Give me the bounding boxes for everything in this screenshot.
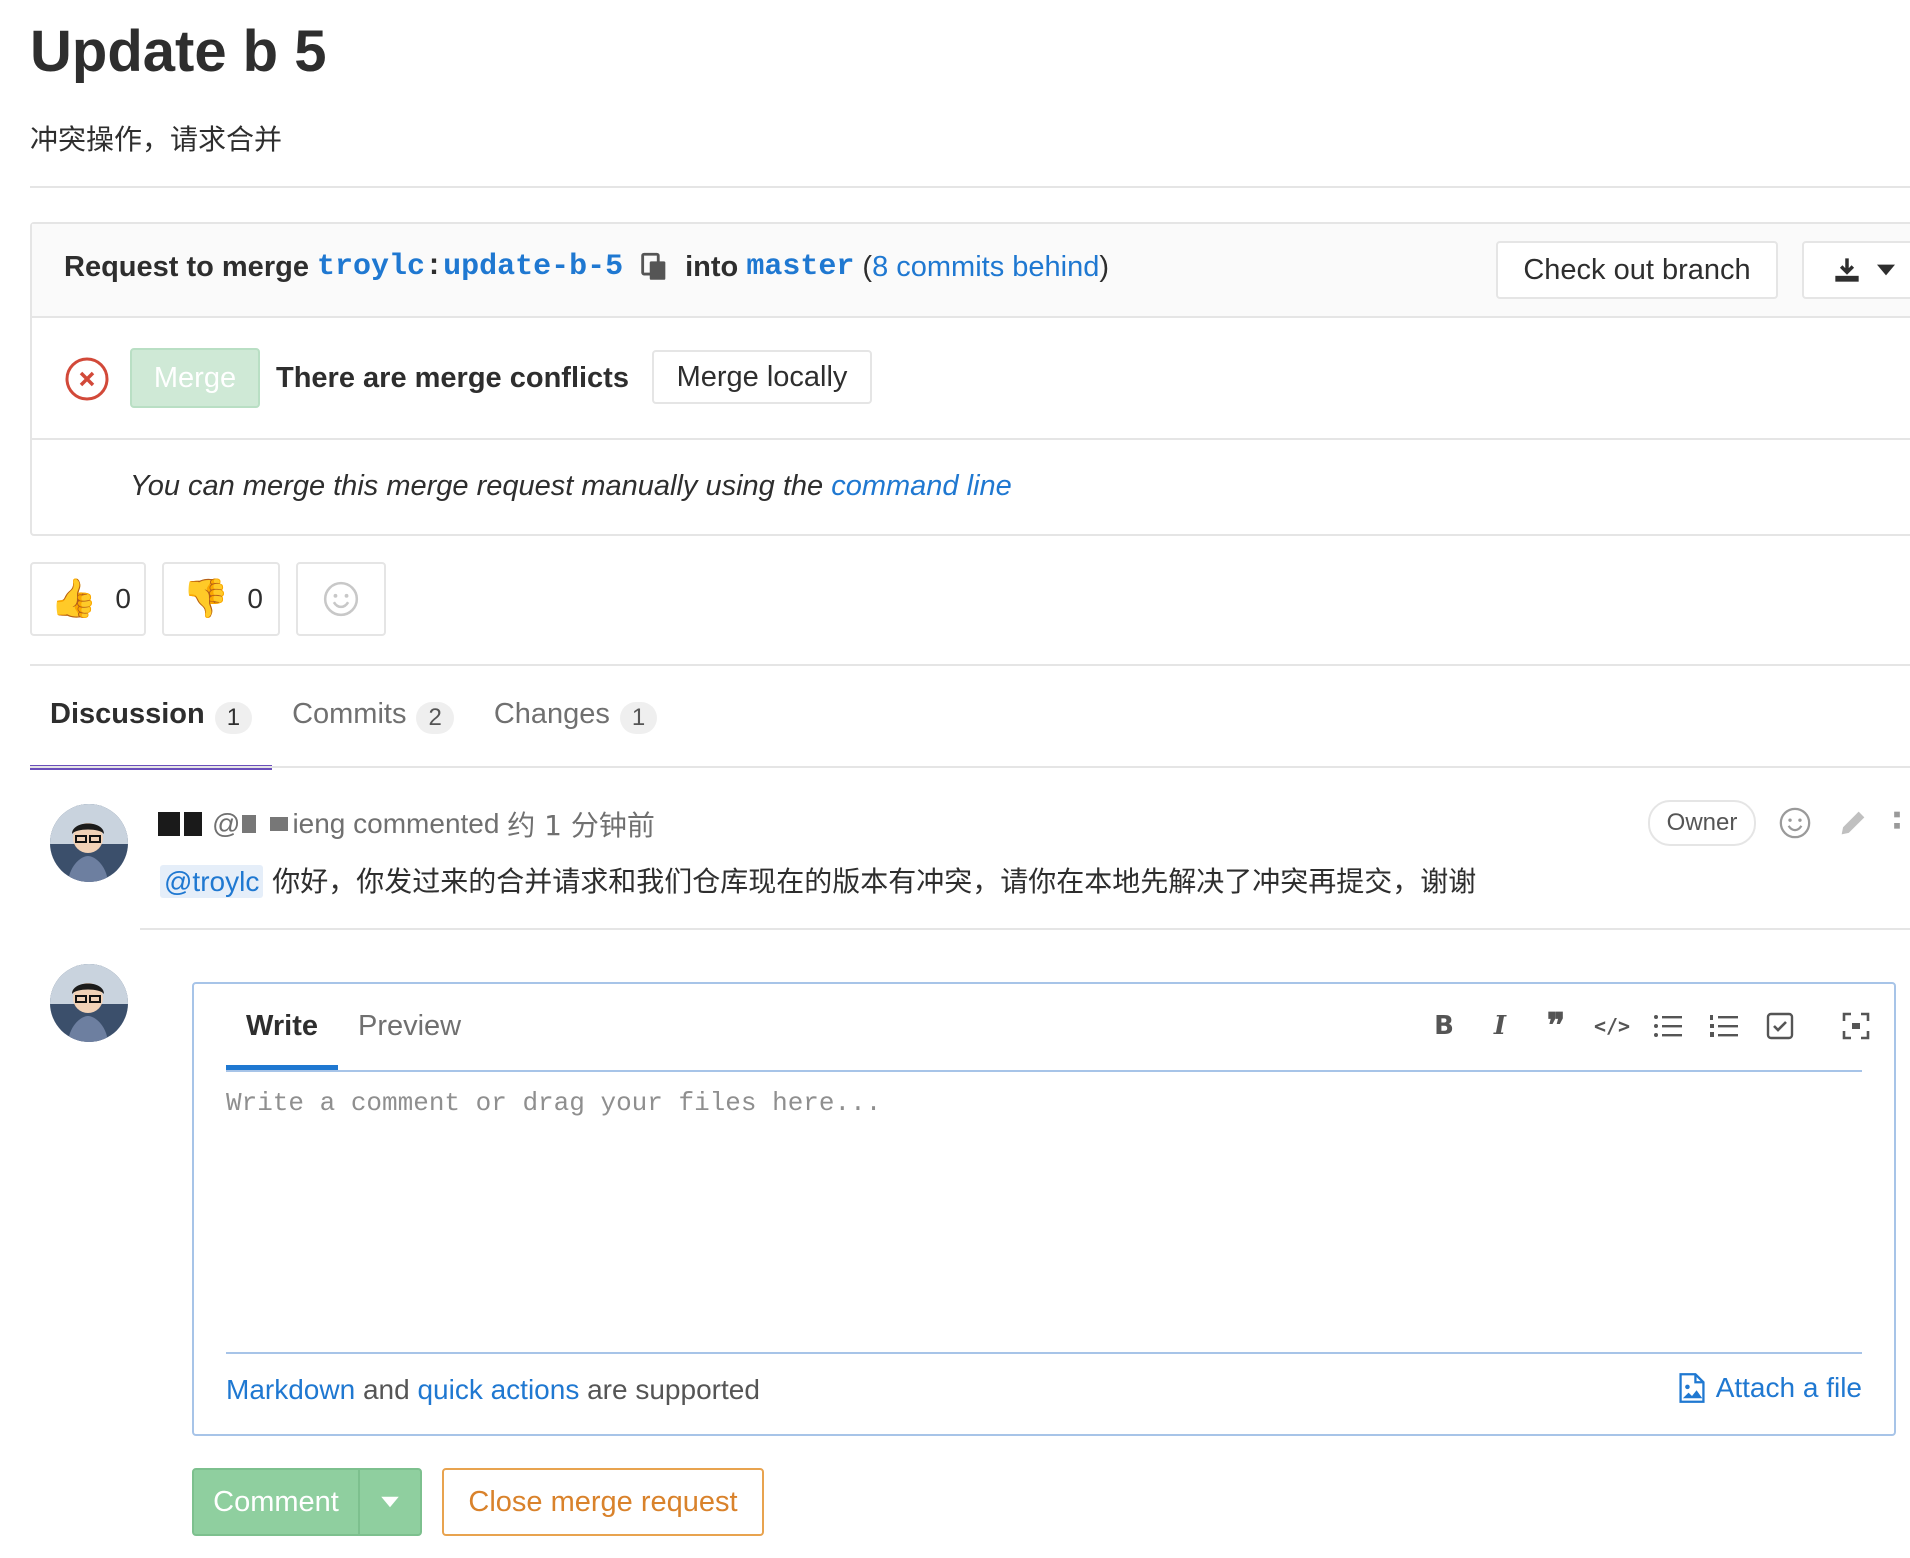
page-title: Update b 5 <box>30 19 327 84</box>
tab-label: Changes <box>493 698 610 730</box>
thumbs-down-icon: 👎 <box>182 578 230 620</box>
divider <box>30 664 1910 666</box>
merge-button[interactable]: Merge <box>130 348 260 408</box>
author-at: @ <box>212 808 241 839</box>
source-branch[interactable]: update-b-5 <box>443 250 623 284</box>
divider <box>30 186 1910 188</box>
redacted-handle <box>242 815 257 833</box>
source-namespace[interactable]: troylc <box>317 250 425 284</box>
bold-icon[interactable]: B <box>1428 1008 1460 1044</box>
tab-count-badge: 2 <box>416 702 454 734</box>
divider <box>140 928 1910 930</box>
download-icon <box>1835 258 1859 282</box>
close-merge-request-button[interactable]: Close merge request <box>442 1468 764 1536</box>
check-out-branch-button[interactable]: Check out branch <box>1496 241 1778 299</box>
quote-icon[interactable]: ❞ <box>1540 1006 1572 1046</box>
tab-changes[interactable]: Changes 1 <box>474 690 677 768</box>
target-branch[interactable]: master <box>746 250 854 284</box>
divider <box>226 1070 1862 1072</box>
source-separator: : <box>425 250 444 284</box>
smiley-icon[interactable] <box>1778 806 1812 840</box>
merge-locally-button[interactable]: Merge locally <box>652 350 872 404</box>
owner-badge: Owner <box>1648 800 1756 846</box>
divider <box>30 766 1910 768</box>
code-icon[interactable]: </> <box>1594 1008 1630 1044</box>
tab-write[interactable]: Write <box>226 984 338 1070</box>
command-line-link[interactable]: command line <box>831 470 1012 502</box>
merge-source-info: Request to merge troylc: update-b-5 into … <box>64 250 1109 284</box>
thumbs-up-icon: 👍 <box>50 578 98 620</box>
and-text: and <box>362 1374 410 1405</box>
thumbs-up-award-button[interactable]: 👍 0 <box>30 562 146 636</box>
chevron-down-icon <box>381 1496 399 1508</box>
paren-open: ( <box>862 250 873 283</box>
comment-button[interactable]: Comment <box>194 1470 360 1534</box>
comment-form-tabs: Write Preview <box>226 984 481 1070</box>
quick-actions-link[interactable]: quick actions <box>417 1374 579 1405</box>
task-list-icon[interactable] <box>1764 1008 1796 1044</box>
pencil-icon[interactable] <box>1836 806 1870 840</box>
tab-count-badge: 1 <box>214 702 253 734</box>
avatar-image <box>50 804 128 882</box>
commits-behind-link[interactable]: 8 commits behind <box>872 251 1099 284</box>
tab-preview[interactable]: Preview <box>338 984 481 1070</box>
manual-merge-hint: You can merge this merge request manuall… <box>130 470 1012 503</box>
fullscreen-icon[interactable] <box>1840 1008 1872 1044</box>
comment-button-group: Comment <box>192 1468 422 1536</box>
note-text: 你好，你发过来的合并请求和我们仓库现在的版本有冲突，请你在本地先解决了冲突再提交… <box>272 865 1477 898</box>
thumbs-down-award-button[interactable]: 👎 0 <box>162 562 280 636</box>
paren-close: ) <box>1099 250 1110 283</box>
error-circle-icon <box>65 357 109 401</box>
tab-discussion[interactable]: Discussion 1 <box>30 690 273 770</box>
request-prefix: Request to merge <box>64 250 309 283</box>
download-dropdown-button[interactable] <box>1802 241 1910 299</box>
author-handle[interactable]: ieng <box>292 808 345 840</box>
redacted-name <box>184 812 202 836</box>
into-word: into <box>685 250 739 283</box>
markdown-toolbar: B I ❞ </> <box>1428 1006 1872 1046</box>
user-mention-link[interactable]: @troylc <box>160 865 264 898</box>
merge-status-row: Merge There are merge conflicts Merge lo… <box>32 318 1910 440</box>
more-actions-icon[interactable] <box>1890 806 1904 840</box>
note-body: @troylc 你好，你发过来的合并请求和我们仓库现在的版本有冲突，请你在本地先… <box>160 860 1476 900</box>
avatar[interactable] <box>50 804 128 882</box>
redacted-name <box>158 812 180 836</box>
tab-label: Discussion <box>50 698 205 730</box>
attach-file-label: Attach a file <box>1715 1372 1862 1403</box>
merge-request-tabs: Discussion 1 Commits 2 Changes 1 <box>30 690 677 770</box>
smiley-icon <box>323 581 359 617</box>
add-reaction-button[interactable] <box>296 562 386 636</box>
copy-icon[interactable] <box>637 250 671 284</box>
bullet-list-icon[interactable] <box>1652 1008 1684 1044</box>
tab-commits[interactable]: Commits 2 <box>272 690 474 768</box>
divider <box>226 1352 1862 1354</box>
page-description: 冲突操作，请求合并 <box>30 123 283 156</box>
comment-type-dropdown[interactable] <box>360 1470 420 1534</box>
markdown-hint: Markdown and quick actions are supported <box>226 1374 760 1406</box>
avatar-image <box>50 964 128 1042</box>
note-timestamp[interactable]: 约 1 分钟前 <box>507 804 655 844</box>
markdown-link[interactable]: Markdown <box>226 1374 355 1405</box>
redacted-handle <box>270 817 289 831</box>
supported-text: are supported <box>587 1374 760 1405</box>
tab-count-badge: 1 <box>619 702 658 734</box>
avatar[interactable] <box>50 964 128 1042</box>
numbered-list-icon[interactable] <box>1708 1008 1740 1044</box>
comment-textarea[interactable] <box>226 1088 1862 1338</box>
italic-icon[interactable]: I <box>1484 1008 1516 1044</box>
note-header: @ ieng commented 约 1 分钟前 <box>158 804 655 844</box>
merge-conflict-message: There are merge conflicts <box>276 362 629 394</box>
attach-file-button[interactable]: Attach a file <box>1678 1372 1862 1404</box>
thumbs-down-count: 0 <box>247 583 263 614</box>
comment-form: Write Preview B I ❞ </> Markdown and qui… <box>192 982 1896 1436</box>
tab-label: Commits <box>292 698 407 730</box>
chevron-down-icon <box>1877 264 1895 276</box>
merge-widget-header: Request to merge troylc: update-b-5 into … <box>32 224 1910 318</box>
note-action: commented <box>353 808 500 839</box>
thumbs-up-count: 0 <box>115 583 131 614</box>
merge-widget: Request to merge troylc: update-b-5 into … <box>30 222 1910 536</box>
file-image-icon <box>1679 1373 1705 1403</box>
manual-merge-text: You can merge this merge request manuall… <box>130 470 824 502</box>
